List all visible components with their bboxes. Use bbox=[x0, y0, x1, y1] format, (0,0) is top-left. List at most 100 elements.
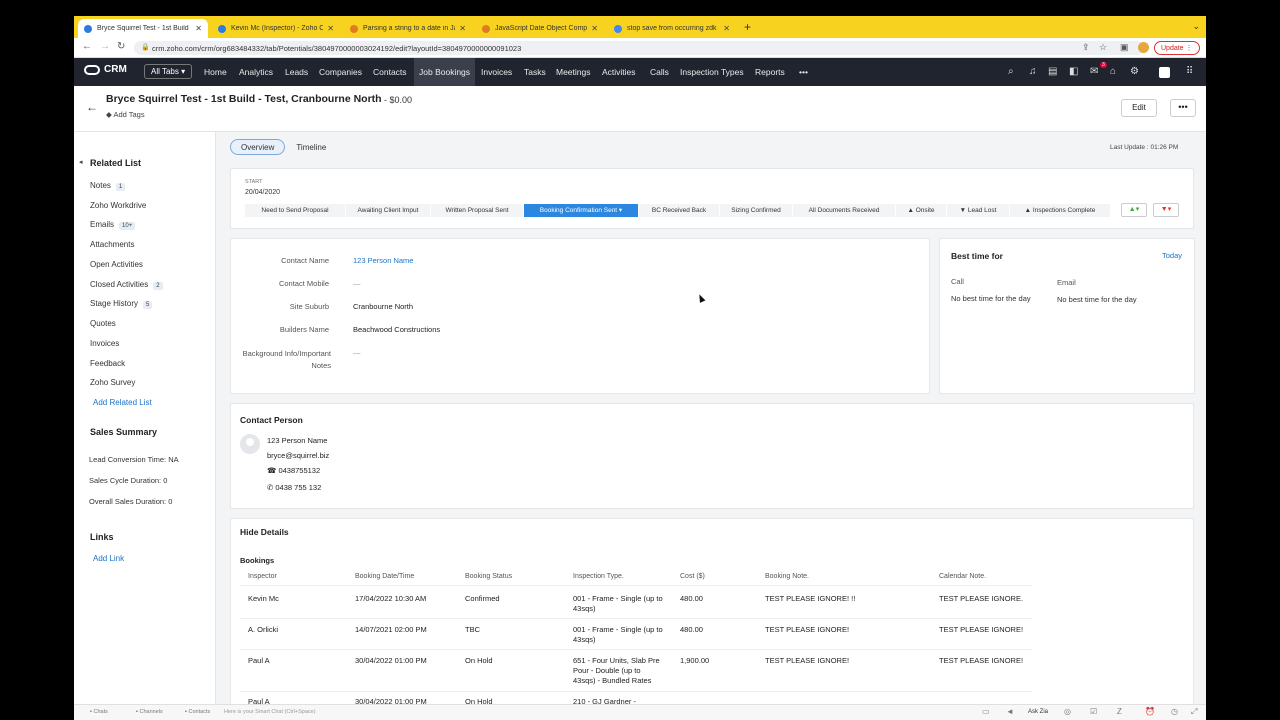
star-icon[interactable]: ☆ bbox=[1099, 42, 1107, 53]
hide-details-toggle[interactable]: Hide Details bbox=[240, 527, 289, 537]
inspector-link[interactable]: Paul A bbox=[248, 656, 270, 666]
best-time-today-link[interactable]: Today bbox=[1162, 251, 1182, 260]
update-button[interactable]: Update ⋮ bbox=[1154, 41, 1200, 55]
forward-icon[interactable]: → bbox=[100, 41, 110, 52]
inspection-type-link[interactable]: 651 - Four Units, Slab Pre Pour - Double… bbox=[573, 656, 665, 686]
related-item-workdrive[interactable]: Zoho Workdrive bbox=[90, 201, 146, 210]
nav-inspection-types[interactable]: Inspection Types bbox=[675, 58, 749, 86]
nav-invoices[interactable]: Invoices bbox=[476, 58, 517, 86]
contacts-button[interactable]: ▪ Contacts bbox=[185, 709, 210, 715]
stage-awaiting-client-imput[interactable]: Awaiting Client Imput bbox=[346, 204, 430, 217]
related-item-open-activities[interactable]: Open Activities bbox=[90, 260, 143, 269]
related-item-attachments[interactable]: Attachments bbox=[90, 240, 134, 249]
related-item-stage-history[interactable]: Stage History 5 bbox=[90, 299, 153, 309]
related-item-invoices[interactable]: Invoices bbox=[90, 339, 119, 348]
add-tags-link[interactable]: ◆ Add Tags bbox=[106, 110, 145, 119]
browser-tab-5[interactable]: stop save from occurring zdk ✕ bbox=[608, 19, 736, 38]
search-icon[interactable]: ⌕ bbox=[1008, 66, 1014, 77]
nav-calls[interactable]: Calls bbox=[645, 58, 674, 86]
close-icon[interactable]: ✕ bbox=[327, 24, 334, 33]
add-related-list-link[interactable]: Add Related List bbox=[93, 398, 152, 407]
channels-button[interactable]: ▪ Channels bbox=[136, 709, 163, 715]
inspection-type-link[interactable]: 001 - Frame - Single (up to 43sqs) bbox=[573, 594, 665, 614]
nav-activities[interactable]: Activities bbox=[597, 58, 641, 86]
url-input[interactable]: 🔒 crm.zoho.com/crm/org683484332/tab/Pote… bbox=[134, 41, 1144, 55]
close-icon[interactable]: ✕ bbox=[723, 24, 730, 33]
smart-chat-input[interactable]: Here is your Smart Chat (Ctrl+Space) bbox=[224, 709, 316, 715]
inspection-type-link[interactable]: 001 - Frame - Single (up to 43sqs) bbox=[573, 625, 665, 645]
related-item-emails[interactable]: Emails 10+ bbox=[90, 220, 136, 230]
stage-inspections-complete[interactable]: ▲ Inspections Complete bbox=[1010, 204, 1110, 217]
stage-bc-received-back[interactable]: BC Received Back bbox=[639, 204, 719, 217]
reload-icon[interactable]: ↻ bbox=[117, 41, 125, 52]
zia-icon[interactable]: ◎ bbox=[1064, 707, 1071, 716]
tab-timeline[interactable]: Timeline bbox=[285, 139, 337, 155]
related-item-closed-activities[interactable]: Closed Activities 2 bbox=[90, 280, 163, 290]
close-icon[interactable]: ✕ bbox=[591, 24, 598, 33]
monitor-icon[interactable]: ▭ bbox=[982, 707, 990, 716]
new-tab-icon[interactable]: + bbox=[744, 20, 751, 34]
nav-contacts[interactable]: Contacts bbox=[368, 58, 412, 86]
stage-all-documents-received[interactable]: All Documents Received bbox=[793, 204, 895, 217]
close-icon[interactable]: ✕ bbox=[459, 24, 466, 33]
profile-avatar[interactable] bbox=[1138, 42, 1149, 53]
nav-home[interactable]: Home bbox=[199, 58, 232, 86]
share-icon[interactable]: ⇪ bbox=[1082, 42, 1090, 53]
related-item-notes[interactable]: Notes 1 bbox=[90, 181, 126, 191]
nav-job-bookings[interactable]: Job Bookings bbox=[414, 58, 476, 86]
ask-zia-button[interactable]: Ask Zia bbox=[1028, 709, 1048, 715]
profile-icon[interactable] bbox=[1159, 67, 1170, 78]
related-item-quotes[interactable]: Quotes bbox=[90, 319, 116, 328]
nav-reports[interactable]: Reports bbox=[750, 58, 790, 86]
bell-icon[interactable]: ♫ bbox=[1029, 66, 1037, 77]
close-icon[interactable]: ✕ bbox=[195, 24, 202, 33]
inspector-link[interactable]: Kevin Mc bbox=[248, 594, 279, 604]
browser-tab-2[interactable]: Kevin Mc (Inspector) - Zoho CR ✕ bbox=[212, 19, 340, 38]
nav-more[interactable]: ••• bbox=[794, 58, 813, 86]
contact-person-email[interactable]: bryce@squirrel.biz bbox=[267, 451, 329, 460]
mark-won-button[interactable]: ▲▾ bbox=[1121, 203, 1147, 217]
inspector-link[interactable]: A. Orlicki bbox=[248, 625, 278, 635]
contact-person-name[interactable]: 123 Person Name bbox=[267, 436, 327, 445]
add-link[interactable]: Add Link bbox=[93, 554, 124, 563]
chevron-down-icon[interactable]: ⌄ bbox=[1192, 21, 1200, 32]
browser-tab-4[interactable]: JavaScript Date Object Compa ✕ bbox=[476, 19, 604, 38]
edit-button[interactable]: Edit bbox=[1121, 99, 1157, 117]
translate-icon[interactable]: Ꮓ bbox=[1117, 707, 1122, 717]
calendar-add-icon[interactable]: ▤ bbox=[1048, 66, 1057, 77]
store-icon[interactable]: ⌂ bbox=[1110, 66, 1116, 77]
clock-icon[interactable]: ◷ bbox=[1171, 707, 1178, 716]
nav-companies[interactable]: Companies bbox=[314, 58, 367, 86]
related-item-feedback[interactable]: Feedback bbox=[90, 359, 125, 368]
stage-need-to-send-proposal[interactable]: Need to Send Proposal bbox=[245, 204, 345, 217]
mark-lost-button[interactable]: ▼▾ bbox=[1153, 203, 1179, 217]
nav-meetings[interactable]: Meetings bbox=[551, 58, 596, 86]
contact-person-phone[interactable]: ☎ 0438755132 bbox=[267, 466, 320, 475]
more-actions-button[interactable]: ••• bbox=[1170, 99, 1196, 117]
chats-button[interactable]: ▪ Chats bbox=[90, 709, 108, 715]
browser-tab-3[interactable]: Parsing a string to a date in Ja ✕ bbox=[344, 19, 472, 38]
checklist-icon[interactable]: ☑ bbox=[1090, 707, 1097, 716]
related-item-zoho-survey[interactable]: Zoho Survey bbox=[90, 378, 135, 387]
nav-leads[interactable]: Leads bbox=[280, 58, 313, 86]
stage-onsite[interactable]: ▲ Onsite bbox=[896, 204, 946, 217]
contact-person-mobile[interactable]: ✆ 0438 755 132 bbox=[267, 483, 321, 492]
back-icon[interactable]: ← bbox=[82, 41, 92, 52]
crm-logo[interactable]: CRM bbox=[84, 64, 127, 75]
stage-booking-confirmation-sent[interactable]: Booking Confirmation Sent ▾ bbox=[524, 204, 638, 217]
nav-analytics[interactable]: Analytics bbox=[234, 58, 278, 86]
browser-tab-1[interactable]: Bryce Squirrel Test - 1st Build ✕ bbox=[78, 19, 208, 38]
contact-name-link[interactable]: 123 Person Name bbox=[353, 256, 413, 265]
apps-grid-icon[interactable]: ⠿ bbox=[1186, 66, 1193, 77]
alarm-icon[interactable]: ⏰ bbox=[1145, 707, 1155, 716]
stage-written-proposal-sent[interactable]: Written Proposal Sent bbox=[431, 204, 523, 217]
megaphone-icon[interactable]: ◄ bbox=[1006, 707, 1014, 716]
all-tabs-button[interactable]: All Tabs ▾ bbox=[144, 64, 193, 79]
stage-sizing-confirmed[interactable]: Sizing Confirmed bbox=[720, 204, 792, 217]
gear-icon[interactable]: ⚙ bbox=[1130, 66, 1139, 77]
tab-overview[interactable]: Overview bbox=[230, 139, 286, 155]
back-arrow-icon[interactable]: ← bbox=[86, 100, 98, 114]
sidebar-icon[interactable]: ▣ bbox=[1120, 42, 1129, 53]
mail-icon[interactable]: ✉ bbox=[1090, 66, 1098, 77]
stage-lead-lost[interactable]: ▼ Lead Lost bbox=[947, 204, 1009, 217]
